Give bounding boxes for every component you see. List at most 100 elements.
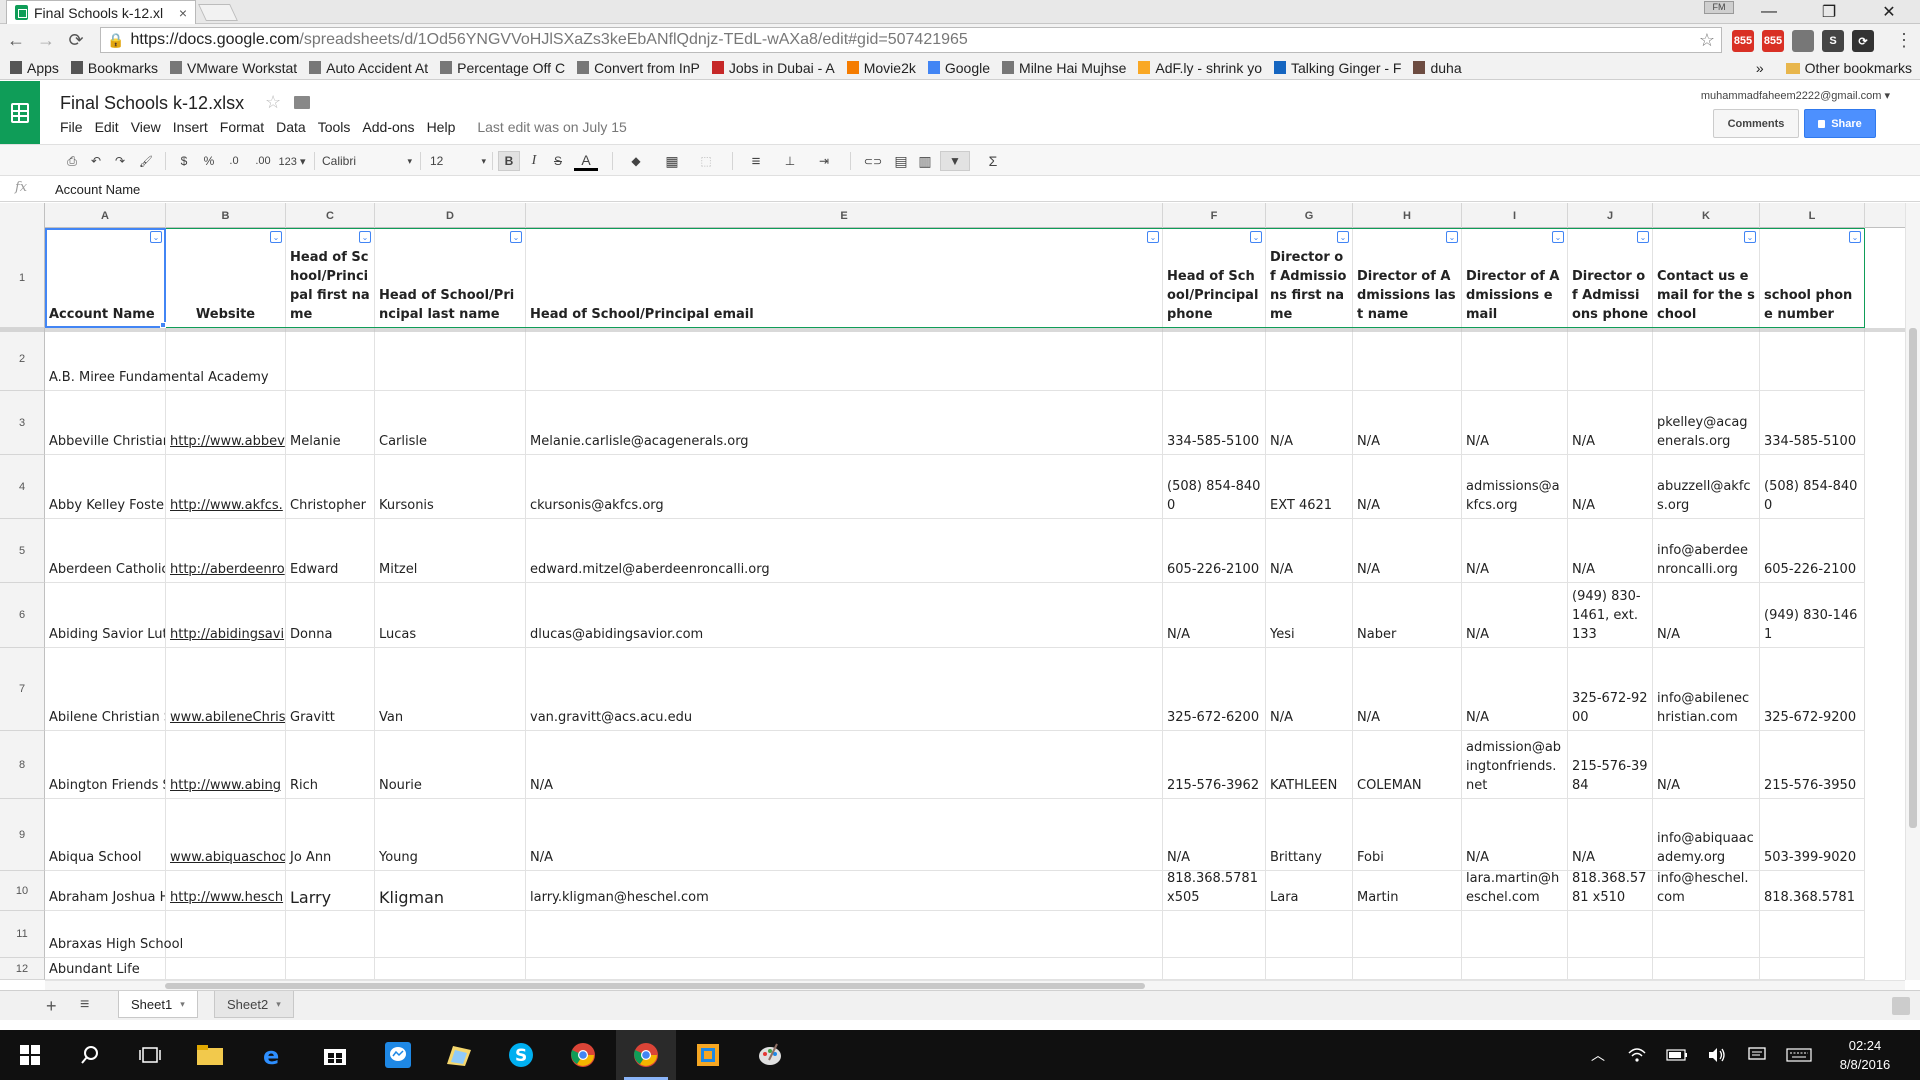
menu-help[interactable]: Help xyxy=(421,119,462,135)
header-cell[interactable]: school phone number xyxy=(1760,228,1865,328)
paint-format-icon[interactable]: 🖌 xyxy=(136,151,156,171)
extension-icon-4[interactable]: S xyxy=(1822,30,1844,52)
filter-dropdown-icon[interactable]: ⌄ xyxy=(1849,231,1861,243)
volume-icon[interactable] xyxy=(1702,1030,1732,1080)
table-cell[interactable] xyxy=(1266,911,1353,958)
sheet-tab-2[interactable]: Sheet2 ▾ xyxy=(214,991,294,1018)
vertical-scrollbar[interactable] xyxy=(1905,203,1920,980)
paint-app-icon[interactable] xyxy=(740,1030,800,1080)
table-cell[interactable]: 818.368.5781 x510 xyxy=(1568,871,1653,911)
print-icon[interactable]: ⎙ xyxy=(62,151,82,171)
table-cell[interactable] xyxy=(1353,911,1462,958)
folder-app-icon[interactable] xyxy=(429,1030,489,1080)
vmware-icon[interactable] xyxy=(678,1030,738,1080)
table-cell[interactable]: N/A xyxy=(1353,519,1462,583)
row-header[interactable]: 5 xyxy=(0,519,45,583)
horizontal-scrollbar[interactable] xyxy=(45,980,1905,990)
row-header[interactable]: 7 xyxy=(0,648,45,731)
row-header[interactable]: 11 xyxy=(0,911,45,958)
bookmark-item[interactable]: Apps xyxy=(4,60,65,76)
chevron-down-icon[interactable]: ▾ xyxy=(180,999,185,1010)
table-cell[interactable]: N/A xyxy=(1353,455,1462,519)
table-cell[interactable] xyxy=(286,958,375,980)
row-header[interactable]: 10 xyxy=(0,871,45,911)
table-cell[interactable]: N/A xyxy=(1653,731,1760,799)
chrome-active-icon[interactable] xyxy=(616,1030,676,1080)
table-cell[interactable] xyxy=(1353,328,1462,391)
bookmark-item[interactable]: AdF.ly - shrink yo xyxy=(1132,60,1268,76)
table-cell[interactable] xyxy=(1266,328,1353,391)
table-cell[interactable]: Abraxas High School xyxy=(45,911,183,958)
table-cell[interactable]: info@aberdeenroncalli.org xyxy=(1653,519,1760,583)
table-cell[interactable]: http://abidingsavi xyxy=(166,583,286,648)
tray-overflow-icon[interactable]: ︿ xyxy=(1586,1030,1610,1080)
table-cell[interactable]: Carlisle xyxy=(375,391,526,455)
table-cell[interactable]: Mitzel xyxy=(375,519,526,583)
table-cell[interactable]: http://aberdeenro xyxy=(166,519,286,583)
extension-icon-1[interactable]: 855 xyxy=(1732,30,1754,52)
table-cell[interactable]: N/A xyxy=(1568,799,1653,871)
table-cell[interactable]: lara.martin@heschel.com xyxy=(1462,871,1568,911)
sheet-tab-1[interactable]: Sheet1 ▾ xyxy=(118,991,198,1018)
table-cell[interactable]: Aberdeen Catholic xyxy=(45,519,166,583)
table-cell[interactable]: 605-226-2100 xyxy=(1760,519,1865,583)
table-cell[interactable]: COLEMAN xyxy=(1353,731,1462,799)
fill-color-icon[interactable]: ◆ xyxy=(622,151,650,171)
table-cell[interactable] xyxy=(1163,911,1266,958)
chevron-down-icon[interactable]: ▾ xyxy=(276,999,281,1010)
table-cell[interactable]: 334-585-5100 xyxy=(1163,391,1266,455)
table-cell[interactable]: admission@abingtonfriends.net xyxy=(1462,731,1568,799)
table-cell[interactable]: Jo Ann xyxy=(286,799,375,871)
restore-icon[interactable]: ❐ xyxy=(1806,0,1852,24)
windows-start-icon[interactable] xyxy=(0,1030,60,1080)
table-cell[interactable] xyxy=(1163,328,1266,391)
bookmark-item[interactable]: Milne Hai Mujhse xyxy=(996,60,1132,76)
header-cell[interactable]: Director of Admissions last name xyxy=(1353,228,1462,328)
browser-tab-active[interactable]: Final Schools k-12.xl × xyxy=(6,0,196,24)
table-cell[interactable]: 334-585-5100 xyxy=(1760,391,1865,455)
tab-close-icon[interactable]: × xyxy=(179,5,187,21)
filter-dropdown-icon[interactable]: ⌄ xyxy=(359,231,371,243)
table-cell[interactable] xyxy=(375,911,526,958)
search-icon[interactable] xyxy=(60,1030,120,1080)
table-cell[interactable] xyxy=(166,958,286,980)
table-cell[interactable] xyxy=(1760,958,1865,980)
table-cell[interactable]: www.abileneChris xyxy=(166,648,286,731)
horizontal-align-icon[interactable]: ≡ xyxy=(742,151,770,171)
column-header-k[interactable]: K xyxy=(1653,203,1760,228)
taskbar-clock[interactable]: 02:24 8/8/2016 xyxy=(1820,1036,1910,1074)
table-cell[interactable]: 325-672-9200 xyxy=(1568,648,1653,731)
table-cell[interactable]: 325-672-9200 xyxy=(1760,648,1865,731)
forward-arrow-icon[interactable]: → xyxy=(34,28,58,52)
table-cell[interactable] xyxy=(166,328,286,391)
table-cell[interactable] xyxy=(1653,958,1760,980)
filter-dropdown-icon[interactable]: ⌄ xyxy=(1552,231,1564,243)
table-cell[interactable] xyxy=(1462,958,1568,980)
table-cell[interactable]: Abiding Savior Lut xyxy=(45,583,166,648)
table-cell[interactable]: N/A xyxy=(1462,799,1568,871)
column-header-e[interactable]: E xyxy=(526,203,1163,228)
table-cell[interactable]: Rich xyxy=(286,731,375,799)
table-cell[interactable]: www.abiquaschoo xyxy=(166,799,286,871)
table-cell[interactable]: Edward xyxy=(286,519,375,583)
bookmark-item[interactable]: Movie2k xyxy=(841,60,922,76)
table-cell[interactable] xyxy=(1568,328,1653,391)
row-header[interactable]: 1 xyxy=(0,228,45,328)
table-cell[interactable] xyxy=(526,328,1163,391)
italic-button[interactable]: I xyxy=(524,151,544,171)
table-cell[interactable]: 325-672-6200 xyxy=(1163,648,1266,731)
table-cell[interactable]: Larry xyxy=(286,871,375,911)
column-header-b[interactable]: B xyxy=(166,203,286,228)
table-cell[interactable]: pkelley@acagenerals.org xyxy=(1653,391,1760,455)
edge-browser-icon[interactable]: e xyxy=(243,1030,303,1080)
table-cell[interactable]: N/A xyxy=(1568,519,1653,583)
sheets-logo-icon[interactable] xyxy=(0,81,40,144)
header-cell[interactable]: Director of Admissions phone xyxy=(1568,228,1653,328)
table-cell[interactable]: abuzzell@akfcs.org xyxy=(1653,455,1760,519)
header-cell[interactable]: Website xyxy=(166,228,286,328)
bookmark-item[interactable]: Google xyxy=(922,60,996,76)
table-cell[interactable]: Abilene Christian S xyxy=(45,648,166,731)
text-color-button[interactable]: A xyxy=(574,151,598,171)
table-cell[interactable]: info@abilenechristian.com xyxy=(1653,648,1760,731)
column-header-i[interactable]: I xyxy=(1462,203,1568,228)
